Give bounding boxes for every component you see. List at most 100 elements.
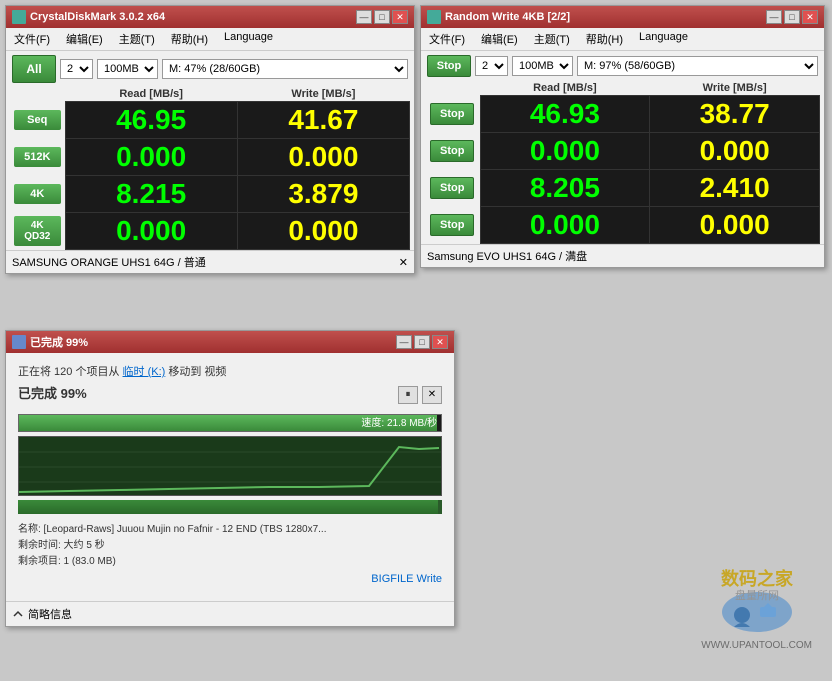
rw-col-headers: Read [MB/s] Write [MB/s]	[425, 81, 820, 96]
cdm-bench-area: Read [MB/s] Write [MB/s] Seq 46.95 41.67…	[6, 87, 414, 250]
cdm-count-select[interactable]: 2 3 5	[60, 59, 93, 79]
rw-drive-select[interactable]: M: 97% (58/60GB)	[577, 56, 818, 76]
cdm-minimize-btn[interactable]: —	[356, 10, 372, 24]
copy-remaining-time: 剩余时间: 大约 5 秒	[18, 536, 442, 551]
watermark: 数码之家 盘量所网 WWW.UPANTOOL.COM	[701, 557, 812, 651]
cdm-menu-edit[interactable]: 编辑(E)	[62, 30, 107, 48]
copy-content-area: 正在将 120 个项目从 临时 (K:) 移动到 视频 已完成 99% ⏸ ✕ …	[6, 353, 454, 601]
rw-bench-table: Read [MB/s] Write [MB/s] Stop 46.93 38.7…	[425, 81, 820, 244]
cdm-4kqd32-label: 4KQD32	[14, 216, 61, 246]
cdm-status-close[interactable]: ✕	[399, 256, 408, 269]
copy-remaining-items: 剩余项目: 1 (83.0 MB)	[18, 552, 442, 567]
copy-title-text: 已完成 99%	[30, 334, 88, 350]
rw-count-select[interactable]: 2	[475, 56, 508, 76]
cdm-menu-file[interactable]: 文件(F)	[10, 30, 54, 48]
cdm-size-select[interactable]: 100MB 50MB 500MB	[97, 59, 158, 79]
copy-summary-bar[interactable]: 简略信息	[6, 601, 454, 626]
rw-status-bar: Samsung EVO UHS1 64G / 满盘	[421, 244, 824, 267]
rw-menu-edit[interactable]: 编辑(E)	[477, 30, 522, 48]
rw-size-select[interactable]: 100MB	[512, 56, 573, 76]
copy-secondary-progress	[18, 500, 442, 514]
rw-stop-button[interactable]: Stop	[427, 55, 471, 77]
cdm-maximize-btn[interactable]: □	[374, 10, 390, 24]
cdm-seq-write: 41.67	[237, 102, 409, 139]
cdm-seq-label: Seq	[14, 110, 61, 130]
cdm-title-left: CrystalDiskMark 3.0.2 x64	[12, 10, 165, 24]
rw-close-btn[interactable]: ✕	[802, 10, 818, 24]
table-row: 4K 8.215 3.879	[10, 176, 410, 213]
cdm-title-bar: CrystalDiskMark 3.0.2 x64 — □ ✕	[6, 6, 414, 28]
rw-4k-write: 2.410	[650, 170, 820, 207]
rw-seq-write: 38.77	[650, 96, 820, 133]
copy-graph-svg	[19, 437, 441, 495]
copy-info-line1: 正在将 120 个项目从 临时 (K:) 移动到 视频	[18, 363, 442, 379]
cdm-512k-read: 0.000	[65, 139, 237, 176]
cdm-read-header: Read [MB/s]	[65, 87, 237, 102]
cdm-all-button[interactable]: All	[12, 55, 56, 83]
rw-stop-seq[interactable]: Stop	[430, 103, 474, 125]
cdm-512k-write: 0.000	[237, 139, 409, 176]
table-row: Seq 46.95 41.67	[10, 102, 410, 139]
rw-512k-write: 0.000	[650, 133, 820, 170]
cdm-menu-bar: 文件(F) 编辑(E) 主题(T) 帮助(H) Language	[6, 28, 414, 51]
copy-info-text1: 正在将 120 个项目从	[18, 366, 119, 378]
rw-title-bar: Random Write 4KB [2/2] — □ ✕	[421, 6, 824, 28]
watermark-logo-svg: 数码之家 盘量所网	[712, 557, 802, 637]
cdm-col-headers: Read [MB/s] Write [MB/s]	[10, 87, 410, 102]
cdm-app-icon	[12, 10, 26, 24]
table-row: Stop 0.000 0.000	[425, 207, 820, 244]
rw-minimize-btn[interactable]: —	[766, 10, 782, 24]
cdm-4k-read: 8.215	[65, 176, 237, 213]
copy-summary-label: 简略信息	[28, 606, 72, 622]
copy-progress-controls: ⏸ ✕	[398, 386, 442, 404]
cdm-4k-label: 4K	[14, 184, 61, 204]
copy-title-buttons: — □ ✕	[396, 335, 448, 349]
rw-4kqd32-write: 0.000	[650, 207, 820, 244]
rw-write-header: Write [MB/s]	[650, 81, 820, 96]
rw-bench-area: Read [MB/s] Write [MB/s] Stop 46.93 38.7…	[421, 81, 824, 244]
table-row: Stop 46.93 38.77	[425, 96, 820, 133]
rw-4k-read: 8.205	[480, 170, 650, 207]
rw-menu-help[interactable]: 帮助(H)	[582, 30, 627, 48]
cdm-512k-label: 512K	[14, 147, 61, 167]
cdm-4kqd32-read: 0.000	[65, 213, 237, 250]
cdm-menu-language[interactable]: Language	[220, 30, 277, 48]
chevron-up-icon	[12, 608, 24, 620]
copy-link[interactable]: 临时 (K:)	[123, 366, 166, 378]
cdm-seq-read: 46.95	[65, 102, 237, 139]
table-row: 4KQD32 0.000 0.000	[10, 213, 410, 250]
cdm-controls-row: All 2 3 5 100MB 50MB 500MB M: 47% (28/60…	[6, 51, 414, 87]
copy-minimize-btn[interactable]: —	[396, 335, 412, 349]
cdm-bench-table: Read [MB/s] Write [MB/s] Seq 46.95 41.67…	[10, 87, 410, 250]
rw-maximize-btn[interactable]: □	[784, 10, 800, 24]
rw-stop-512k[interactable]: Stop	[430, 140, 474, 162]
copy-maximize-btn[interactable]: □	[414, 335, 430, 349]
rw-menu-file[interactable]: 文件(F)	[425, 30, 469, 48]
rw-512k-read: 0.000	[480, 133, 650, 170]
cdm-menu-theme[interactable]: 主题(T)	[115, 30, 159, 48]
rw-title-text: Random Write 4KB [2/2]	[445, 11, 570, 23]
copy-pause-btn[interactable]: ⏸	[398, 386, 418, 404]
copy-info-text2: 移动到 视频	[168, 366, 226, 378]
cdm-status-bar: SAMSUNG ORANGE UHS1 64G / 普通 ✕	[6, 250, 414, 273]
rw-stop-4k[interactable]: Stop	[430, 177, 474, 199]
cdm-menu-help[interactable]: 帮助(H)	[167, 30, 212, 48]
copy-percent: 已完成 99%	[18, 383, 87, 402]
rw-status-text: Samsung EVO UHS1 64G / 满盘	[427, 248, 587, 264]
copy-bigfile-label: BIGFILE Write	[18, 573, 442, 585]
rw-stop-4kqd32[interactable]: Stop	[430, 214, 474, 236]
copy-progress-graph	[18, 436, 442, 496]
rw-app-icon	[427, 10, 441, 24]
rw-menu-language[interactable]: Language	[635, 30, 692, 48]
copy-close-btn[interactable]: ✕	[432, 335, 448, 349]
rw-4kqd32-read: 0.000	[480, 207, 650, 244]
cdm-close-btn[interactable]: ✕	[392, 10, 408, 24]
cdm-drive-select[interactable]: M: 47% (28/60GB)	[162, 59, 408, 79]
copy-title-bar: 已完成 99% — □ ✕	[6, 331, 454, 353]
copy-title-left: 已完成 99%	[12, 334, 88, 350]
cdm-4kqd32-write: 0.000	[237, 213, 409, 250]
copy-cancel-btn[interactable]: ✕	[422, 386, 442, 404]
rw-title-buttons: — □ ✕	[766, 10, 818, 24]
watermark-text1: 数码之家 盘量所网	[701, 557, 812, 640]
rw-menu-theme[interactable]: 主题(T)	[530, 30, 574, 48]
